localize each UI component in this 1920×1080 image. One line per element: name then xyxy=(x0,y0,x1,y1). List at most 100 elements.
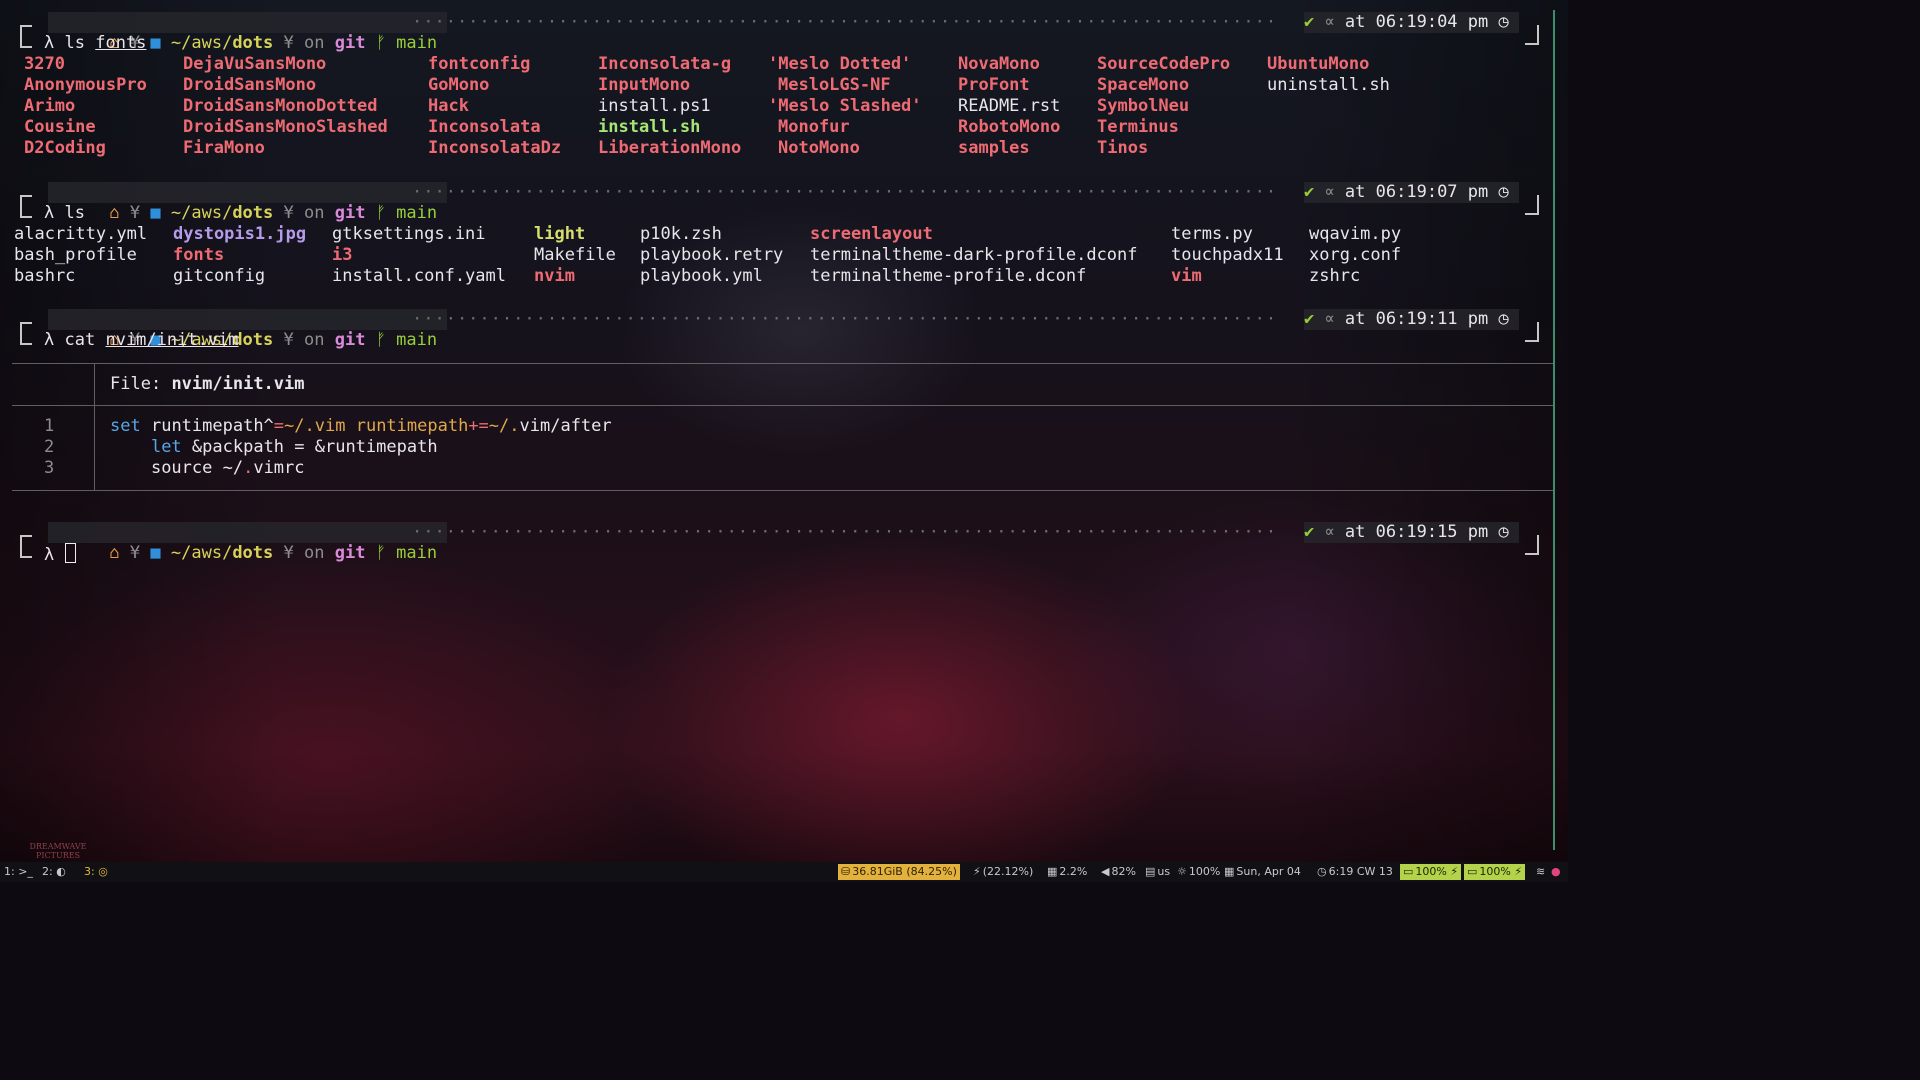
code-line-1: set runtimepath^=~/.vim runtimepath+=~/.… xyxy=(110,416,612,436)
list-item: NovaMono xyxy=(958,54,1040,74)
bat-gutter-divider xyxy=(94,363,95,490)
command-arg: nvim/init.vim xyxy=(105,330,239,350)
prompt-filler-dots: ········································… xyxy=(412,182,1272,202)
at-label: at xyxy=(1344,182,1366,202)
workspace-2[interactable]: 2: ◐ xyxy=(42,862,66,882)
list-item: NotoMono xyxy=(778,138,860,158)
branch-icon: ᚠ xyxy=(375,33,386,53)
prompt-filler-dots: ········································… xyxy=(412,309,1272,329)
prompt-symbol: λ xyxy=(44,203,55,223)
list-item: dystopis1.jpg xyxy=(173,224,307,244)
clock-icon: ◷ xyxy=(1498,12,1509,32)
list-item: i3 xyxy=(332,245,353,265)
prompt-bracket-bottom-left xyxy=(20,542,32,558)
list-item: Cousine xyxy=(24,117,96,137)
list-item: gtksettings.ini xyxy=(332,224,486,244)
cpu-usage: ⚡ (22.12%) xyxy=(970,864,1036,880)
list-item: 3270 xyxy=(24,54,65,74)
line-number: 1 xyxy=(44,416,55,436)
list-item: Inconsolata xyxy=(428,117,541,137)
list-item: install.sh xyxy=(598,117,701,137)
prompt-symbol: λ xyxy=(44,545,55,565)
list-item: Monofur xyxy=(778,117,850,137)
prompt-symbol: λ xyxy=(44,33,55,53)
cpu-icon: ⚡ xyxy=(973,865,981,878)
status-bar: 1: >_ 2: ◐ 3: ◎ ⛁ 36.81GiB (84.25%) ⚡ (22.… xyxy=(0,862,1568,882)
at-label: at xyxy=(1344,522,1366,542)
path-prefix: ~/aws/ xyxy=(170,543,233,563)
battery-value: 100% xyxy=(1479,865,1511,878)
prompt-left-segment: ⌂ ¥ ■ ~/aws/dots ¥ on git ᚠ main xyxy=(48,12,448,53)
workspace-1[interactable]: 1: >_ xyxy=(4,862,33,882)
list-item: screenlayout xyxy=(810,224,933,244)
list-item: UbuntuMono xyxy=(1267,54,1370,74)
battery-2: ▭ 100% ⚡ xyxy=(1464,864,1526,880)
text-cursor[interactable] xyxy=(64,543,76,563)
keyboard-layout[interactable]: ▤ us xyxy=(1142,864,1173,880)
list-item: install.ps1 xyxy=(598,96,711,116)
list-item: p10k.zsh xyxy=(640,224,722,244)
wifi-icon[interactable]: ≋ xyxy=(1536,862,1545,882)
folder-icon: ■ xyxy=(150,543,161,563)
prompt-right-segment: ✔ ∝ at 06:19:07 pm ◷ xyxy=(1303,182,1519,203)
list-item: LiberationMono xyxy=(598,138,742,158)
date[interactable]: ▦ Sun, Apr 04 xyxy=(1221,864,1304,880)
list-item: playbook.retry xyxy=(640,245,784,265)
list-item: Tinos xyxy=(1097,138,1149,158)
path-dir: dots xyxy=(232,203,274,223)
list-item: uninstall.sh xyxy=(1267,75,1390,95)
on-label: on xyxy=(303,203,325,223)
firefox-icon: ◐ xyxy=(56,865,66,878)
prompt-left-segment: ⌂ ¥ ■ ~/aws/dots ¥ on git ᚠ main xyxy=(48,182,448,223)
branch-icon: ᚠ xyxy=(375,543,386,563)
prompt-symbol: λ xyxy=(44,330,55,350)
path-dir: dots xyxy=(232,543,274,563)
keyboard-icon: ▤ xyxy=(1145,865,1156,878)
volume[interactable]: ◀ 82% xyxy=(1098,864,1139,880)
brightness[interactable]: ☼ 100% xyxy=(1174,864,1223,880)
command-name: ls xyxy=(64,33,85,53)
prompt-block-4: ⌂ ¥ ■ ~/aws/dots ¥ on git ᚠ main ·······… xyxy=(12,522,1555,565)
prompt-filler-dots: ········································… xyxy=(412,522,1272,542)
on-label: on xyxy=(303,330,325,350)
workspace-3[interactable]: 3: ◎ xyxy=(84,862,108,882)
cpu-value: (22.12%) xyxy=(982,865,1034,878)
bat-rule-mid xyxy=(12,405,1555,406)
list-item: DejaVuSansMono xyxy=(183,54,327,74)
command-line-2: λ ls xyxy=(44,203,85,224)
list-item: DroidSansMono xyxy=(183,75,317,95)
command-line-4[interactable]: λ xyxy=(44,543,76,565)
prompt-block-3: ⌂ ¥ ■ ~/aws/dots ¥ on git ᚠ main ·······… xyxy=(12,309,1555,351)
week-value: CW 13 xyxy=(1356,865,1393,878)
code-line-2: let &packpath = &runtimepath xyxy=(150,437,438,457)
git-label: git xyxy=(334,543,366,563)
prompt-time: 06:19:15 pm xyxy=(1375,522,1489,542)
prompt-right-segment: ✔ ∝ at 06:19:15 pm ◷ xyxy=(1303,522,1519,543)
list-item: SpaceMono xyxy=(1097,75,1190,95)
workspace-number: 1: xyxy=(4,865,15,878)
disk-icon: ⛁ xyxy=(841,865,851,878)
list-item: alacritty.yml xyxy=(14,224,148,244)
list-item: AnonymousPro xyxy=(24,75,147,95)
list-item: bash_profile xyxy=(14,245,137,265)
prompt-bracket-right xyxy=(1525,322,1539,342)
on-label: on xyxy=(303,33,325,53)
file-name: nvim/init.vim xyxy=(171,374,305,394)
path-prefix: ~/aws/ xyxy=(170,33,233,53)
brightness-icon: ☼ xyxy=(1177,865,1187,878)
tray-app-icon[interactable]: ● xyxy=(1551,862,1561,882)
list-item: MesloLGS-NF xyxy=(778,75,891,95)
path-prefix: ~/aws/ xyxy=(170,203,233,223)
clock[interactable]: ◷ 6:19 CW 13 xyxy=(1314,864,1396,880)
line-number: 3 xyxy=(44,458,55,478)
clock-icon: ◷ xyxy=(1498,522,1509,542)
list-item: terminaltheme-dark-profile.dconf xyxy=(810,245,1138,265)
terminal-window[interactable]: ⌂ ¥ ■ ~/aws/dots ¥ on git ᚠ main ·······… xyxy=(12,8,1555,850)
prompt-filler-dots: ········································… xyxy=(412,12,1272,32)
prompt-bracket-right xyxy=(1525,195,1539,215)
list-item: bashrc xyxy=(14,266,76,286)
list-item: xorg.conf xyxy=(1309,245,1402,265)
prompt-block-1: ⌂ ¥ ■ ~/aws/dots ¥ on git ᚠ main ·······… xyxy=(12,12,1555,54)
list-item: InputMono xyxy=(598,75,691,95)
list-item: terms.py xyxy=(1171,224,1253,244)
